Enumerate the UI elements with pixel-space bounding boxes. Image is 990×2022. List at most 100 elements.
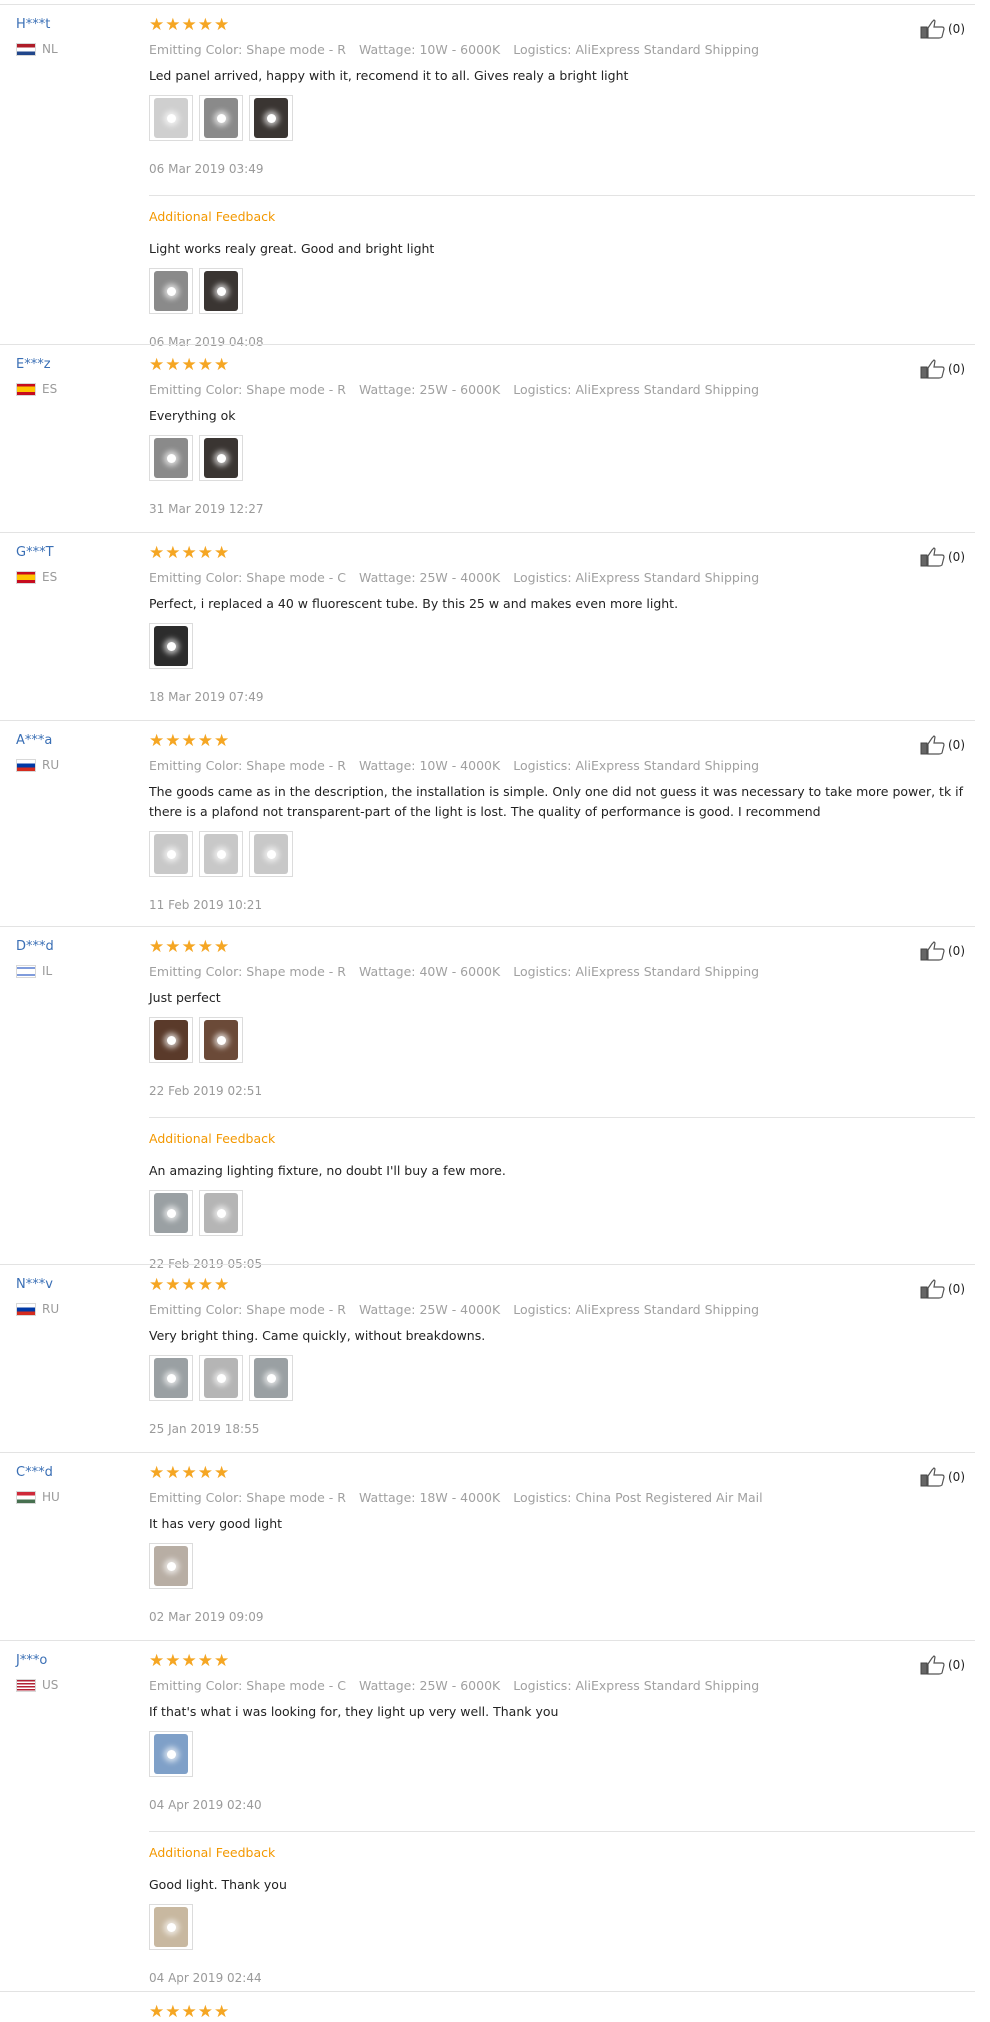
thumbs-up-icon <box>920 1279 948 1299</box>
flag-nl-icon <box>16 42 36 56</box>
review-image <box>204 834 238 874</box>
review-images <box>149 1355 975 1403</box>
review-image-thumbnail[interactable] <box>199 1355 243 1401</box>
helpful-button[interactable]: (0) <box>920 1279 965 1299</box>
helpful-button[interactable]: (0) <box>920 941 965 961</box>
review-date: 06 Mar 2019 03:49 <box>149 162 264 176</box>
review-image-thumbnail[interactable] <box>199 1190 243 1236</box>
review-images <box>149 623 975 671</box>
helpful-count: (0) <box>948 1658 965 1672</box>
light-glow <box>266 850 276 859</box>
thumbs-up-icon <box>920 941 948 961</box>
light-glow <box>166 642 176 651</box>
reviewer-name[interactable]: J***o <box>16 1653 136 1669</box>
reviewer-name[interactable]: E***z <box>16 357 136 373</box>
review-image <box>154 438 188 478</box>
helpful-button[interactable]: (0) <box>920 359 965 379</box>
star-rating: ★★★★★ <box>149 1463 231 1483</box>
reviewer-country: US <box>16 1678 136 1692</box>
logistics: Logistics: AliExpress Standard Shipping <box>513 758 760 773</box>
review-image-thumbnail[interactable] <box>149 1190 193 1236</box>
review-image-thumbnail[interactable] <box>149 1904 193 1950</box>
review-image-thumbnail[interactable] <box>199 268 243 314</box>
review-image <box>204 1358 238 1398</box>
helpful-count: (0) <box>948 944 965 958</box>
additional-feedback-label: Additional Feedback <box>149 1845 276 1860</box>
reviewer-info: A***a RU <box>16 733 136 772</box>
helpful-count: (0) <box>948 22 965 36</box>
review-image <box>154 1193 188 1233</box>
flag-ru-icon <box>16 1302 36 1316</box>
reviewer-name[interactable]: C***d <box>16 1465 136 1481</box>
additional-feedback-text: Good light. Thank you <box>149 1877 287 1892</box>
star-rating: ★★★★★ <box>149 731 231 751</box>
light-glow <box>166 1374 176 1383</box>
wattage: Wattage: 25W - 4000K <box>358 1302 501 1317</box>
review-image-thumbnail[interactable] <box>199 1017 243 1063</box>
wattage: Wattage: 25W - 6000K <box>358 382 501 397</box>
helpful-button[interactable]: (0) <box>920 735 965 755</box>
review-image-thumbnail[interactable] <box>149 1017 193 1063</box>
helpful-button[interactable]: (0) <box>920 1467 965 1487</box>
review-image <box>254 834 288 874</box>
star-rating: ★★★★★ <box>149 937 231 957</box>
review-image-thumbnail[interactable] <box>149 95 193 141</box>
helpful-count: (0) <box>948 1470 965 1484</box>
review-image <box>154 1020 188 1060</box>
order-properties: Emitting Color: Shape mode - R Wattage: 2… <box>149 1302 975 1318</box>
review-image-thumbnail[interactable] <box>249 831 293 877</box>
order-properties: Emitting Color: Shape mode - C Wattage: 2… <box>149 1678 975 1694</box>
additional-feedback-date: 06 Mar 2019 04:08 <box>149 335 264 349</box>
review-images <box>149 1731 975 1779</box>
review-body: ★★★★★ Emitting Color: Shape mode - R Watta… <box>149 732 975 913</box>
order-properties: Emitting Color: Shape mode - C Wattage: 2… <box>149 570 975 586</box>
review-image-thumbnail[interactable] <box>249 95 293 141</box>
reviewer-name[interactable]: D***d <box>16 939 136 955</box>
review-item: C***d HU ★★★★★ Emitting Color: Shape mode -… <box>0 1452 975 1624</box>
review-image-thumbnail[interactable] <box>249 1355 293 1401</box>
country-code: RU <box>42 758 60 772</box>
review-body: ★★★★★ Emitting Color: Shape mode - R Watta… <box>149 356 975 517</box>
light-glow <box>166 287 176 296</box>
review-item: ★★★★★ <box>0 1991 975 2021</box>
additional-feedback: Additional Feedback Good light. Thank you… <box>149 1831 975 1986</box>
light-glow <box>166 114 176 123</box>
review-image <box>154 1734 188 1774</box>
review-image-thumbnail[interactable] <box>149 1731 193 1777</box>
review-image-thumbnail[interactable] <box>149 1355 193 1401</box>
reviewer-name[interactable]: G***T <box>16 545 136 561</box>
reviewer-info <box>16 2004 136 2013</box>
review-image-thumbnail[interactable] <box>149 1543 193 1589</box>
review-image-thumbnail[interactable] <box>149 435 193 481</box>
review-image-thumbnail[interactable] <box>149 268 193 314</box>
reviewer-name[interactable]: H***t <box>16 17 136 33</box>
wattage: Wattage: 25W - 6000K <box>359 1678 501 1693</box>
review-body: ★★★★★ <box>149 2003 975 2021</box>
review-image-thumbnail[interactable] <box>199 95 243 141</box>
reviewer-name[interactable]: N***v <box>16 1277 136 1293</box>
logistics: Logistics: AliExpress Standard Shipping <box>513 42 760 57</box>
review-image-thumbnail[interactable] <box>149 623 193 669</box>
review-text: Perfect, i replaced a 40 w fluorescent t… <box>149 596 679 611</box>
helpful-button[interactable]: (0) <box>920 547 965 567</box>
review-date: 02 Mar 2019 09:09 <box>149 1610 264 1624</box>
review-image <box>154 98 188 138</box>
reviewer-name[interactable]: A***a <box>16 733 136 749</box>
review-image-thumbnail[interactable] <box>199 831 243 877</box>
country-code: US <box>42 1678 59 1692</box>
review-image <box>254 1358 288 1398</box>
reviewer-country: ES <box>16 570 136 584</box>
review-image <box>154 1907 188 1947</box>
helpful-button[interactable]: (0) <box>920 1655 965 1675</box>
country-code: IL <box>42 964 53 978</box>
thumbs-up-icon <box>920 359 948 379</box>
logistics: Logistics: AliExpress Standard Shipping <box>513 570 760 585</box>
helpful-button[interactable]: (0) <box>920 19 965 39</box>
thumbs-up-icon <box>920 1655 948 1675</box>
review-images <box>149 1017 975 1065</box>
review-item: E***z ES ★★★★★ Emitting Color: Shape mode -… <box>0 344 975 516</box>
country-code: HU <box>42 1490 60 1504</box>
order-properties: Emitting Color: Shape mode - R Wattage: 1… <box>149 758 975 774</box>
review-image-thumbnail[interactable] <box>199 435 243 481</box>
review-image-thumbnail[interactable] <box>149 831 193 877</box>
